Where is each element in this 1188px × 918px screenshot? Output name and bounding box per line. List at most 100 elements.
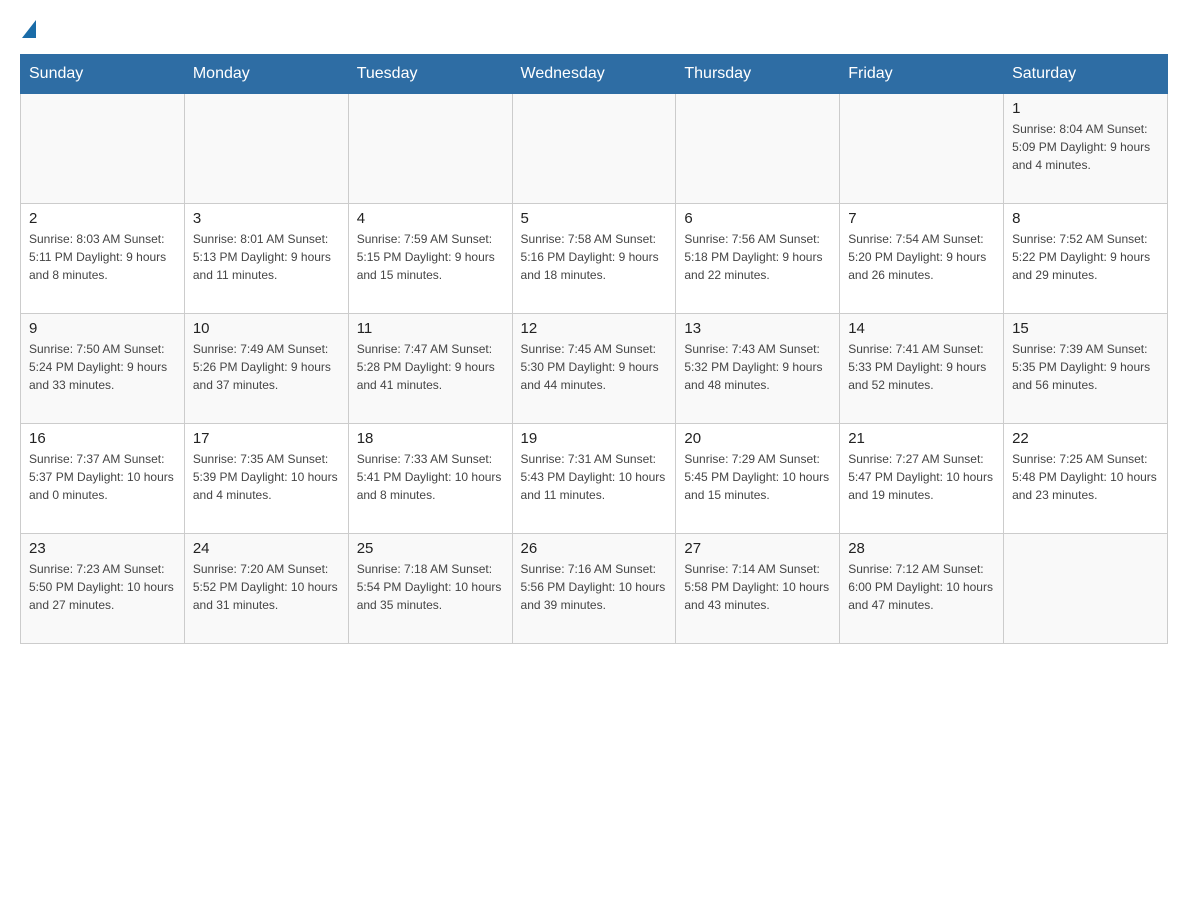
calendar-cell: 9 Sunrise: 7:50 AM Sunset: 5:24 PM Daylig…: [21, 314, 185, 424]
day-info: Sunrise: 7:33 AM Sunset: 5:41 PM Dayligh…: [357, 450, 504, 504]
weekday-header-thursday: Thursday: [676, 55, 840, 94]
day-number: 16: [29, 430, 176, 447]
day-number: 2: [29, 210, 176, 227]
day-info: Sunrise: 7:16 AM Sunset: 5:56 PM Dayligh…: [521, 560, 668, 614]
day-info: Sunrise: 7:20 AM Sunset: 5:52 PM Dayligh…: [193, 560, 340, 614]
calendar-cell: 14 Sunrise: 7:41 AM Sunset: 5:33 PM Dayli…: [840, 314, 1004, 424]
calendar-cell: 12 Sunrise: 7:45 AM Sunset: 5:30 PM Dayli…: [512, 314, 676, 424]
day-number: 4: [357, 210, 504, 227]
day-number: 12: [521, 320, 668, 337]
day-number: 27: [684, 540, 831, 557]
calendar-cell: 16 Sunrise: 7:37 AM Sunset: 5:37 PM Dayli…: [21, 424, 185, 534]
day-number: 14: [848, 320, 995, 337]
calendar-body: 1 Sunrise: 8:04 AM Sunset: 5:09 PM Daylig…: [21, 94, 1168, 644]
day-info: Sunrise: 8:01 AM Sunset: 5:13 PM Dayligh…: [193, 230, 340, 284]
calendar-cell: 13Sunrise: 7:43 AM Sunset: 5:32 PM Dayli…: [676, 314, 840, 424]
logo: [20, 20, 36, 38]
day-number: 19: [521, 430, 668, 447]
day-info: Sunrise: 8:03 AM Sunset: 5:11 PM Dayligh…: [29, 230, 176, 284]
calendar-cell: [1004, 534, 1168, 644]
day-number: 25: [357, 540, 504, 557]
day-number: 5: [521, 210, 668, 227]
calendar-cell: 28 Sunrise: 7:12 AM Sunset: 6:00 PM Dayli…: [840, 534, 1004, 644]
day-info: Sunrise: 7:39 AM Sunset: 5:35 PM Dayligh…: [1012, 340, 1159, 394]
day-info: Sunrise: 7:23 AM Sunset: 5:50 PM Dayligh…: [29, 560, 176, 614]
calendar-cell: 19 Sunrise: 7:31 AM Sunset: 5:43 PM Dayli…: [512, 424, 676, 534]
calendar-cell: 11 Sunrise: 7:47 AM Sunset: 5:28 PM Dayli…: [348, 314, 512, 424]
day-number: 11: [357, 320, 504, 337]
calendar-week-row: 1 Sunrise: 8:04 AM Sunset: 5:09 PM Daylig…: [21, 94, 1168, 204]
day-number: 7: [848, 210, 995, 227]
day-info: Sunrise: 7:52 AM Sunset: 5:22 PM Dayligh…: [1012, 230, 1159, 284]
day-number: 8: [1012, 210, 1159, 227]
day-number: 22: [1012, 430, 1159, 447]
day-number: 20: [684, 430, 831, 447]
calendar-cell: 10 Sunrise: 7:49 AM Sunset: 5:26 PM Dayli…: [184, 314, 348, 424]
calendar-cell: 8 Sunrise: 7:52 AM Sunset: 5:22 PM Daylig…: [1004, 204, 1168, 314]
weekday-header-wednesday: Wednesday: [512, 55, 676, 94]
day-number: 17: [193, 430, 340, 447]
calendar-week-row: 16 Sunrise: 7:37 AM Sunset: 5:37 PM Dayli…: [21, 424, 1168, 534]
calendar-table: SundayMondayTuesdayWednesdayThursdayFrid…: [20, 54, 1168, 644]
day-info: Sunrise: 7:27 AM Sunset: 5:47 PM Dayligh…: [848, 450, 995, 504]
weekday-header-saturday: Saturday: [1004, 55, 1168, 94]
day-info: Sunrise: 7:58 AM Sunset: 5:16 PM Dayligh…: [521, 230, 668, 284]
calendar-week-row: 9 Sunrise: 7:50 AM Sunset: 5:24 PM Daylig…: [21, 314, 1168, 424]
day-info: Sunrise: 7:47 AM Sunset: 5:28 PM Dayligh…: [357, 340, 504, 394]
calendar-cell: [21, 94, 185, 204]
calendar-cell: 5 Sunrise: 7:58 AM Sunset: 5:16 PM Daylig…: [512, 204, 676, 314]
day-info: Sunrise: 7:25 AM Sunset: 5:48 PM Dayligh…: [1012, 450, 1159, 504]
calendar-cell: [512, 94, 676, 204]
day-number: 28: [848, 540, 995, 557]
calendar-cell: 27 Sunrise: 7:14 AM Sunset: 5:58 PM Dayli…: [676, 534, 840, 644]
day-info: Sunrise: 7:49 AM Sunset: 5:26 PM Dayligh…: [193, 340, 340, 394]
day-number: 21: [848, 430, 995, 447]
calendar-cell: [184, 94, 348, 204]
calendar-cell: 15 Sunrise: 7:39 AM Sunset: 5:35 PM Dayli…: [1004, 314, 1168, 424]
weekday-header-friday: Friday: [840, 55, 1004, 94]
day-number: 1: [1012, 100, 1159, 117]
calendar-cell: 17 Sunrise: 7:35 AM Sunset: 5:39 PM Dayli…: [184, 424, 348, 534]
calendar-cell: 4Sunrise: 7:59 AM Sunset: 5:15 PM Daylig…: [348, 204, 512, 314]
weekday-header-monday: Monday: [184, 55, 348, 94]
calendar-cell: [676, 94, 840, 204]
calendar-cell: 24 Sunrise: 7:20 AM Sunset: 5:52 PM Dayli…: [184, 534, 348, 644]
calendar-cell: [840, 94, 1004, 204]
day-info: Sunrise: 7:31 AM Sunset: 5:43 PM Dayligh…: [521, 450, 668, 504]
day-info: Sunrise: 8:04 AM Sunset: 5:09 PM Dayligh…: [1012, 120, 1159, 174]
day-info: Sunrise: 7:37 AM Sunset: 5:37 PM Dayligh…: [29, 450, 176, 504]
day-number: 18: [357, 430, 504, 447]
day-info: Sunrise: 7:50 AM Sunset: 5:24 PM Dayligh…: [29, 340, 176, 394]
day-number: 23: [29, 540, 176, 557]
calendar-cell: 20 Sunrise: 7:29 AM Sunset: 5:45 PM Dayli…: [676, 424, 840, 534]
day-number: 15: [1012, 320, 1159, 337]
calendar-cell: 21 Sunrise: 7:27 AM Sunset: 5:47 PM Dayli…: [840, 424, 1004, 534]
day-info: Sunrise: 7:56 AM Sunset: 5:18 PM Dayligh…: [684, 230, 831, 284]
day-info: Sunrise: 7:18 AM Sunset: 5:54 PM Dayligh…: [357, 560, 504, 614]
day-info: Sunrise: 7:35 AM Sunset: 5:39 PM Dayligh…: [193, 450, 340, 504]
weekday-header-sunday: Sunday: [21, 55, 185, 94]
calendar-cell: 23 Sunrise: 7:23 AM Sunset: 5:50 PM Dayli…: [21, 534, 185, 644]
day-number: 26: [521, 540, 668, 557]
calendar-cell: [348, 94, 512, 204]
logo-triangle-icon: [22, 20, 36, 38]
day-info: Sunrise: 7:41 AM Sunset: 5:33 PM Dayligh…: [848, 340, 995, 394]
day-info: Sunrise: 7:12 AM Sunset: 6:00 PM Dayligh…: [848, 560, 995, 614]
calendar-week-row: 23 Sunrise: 7:23 AM Sunset: 5:50 PM Dayli…: [21, 534, 1168, 644]
day-number: 3: [193, 210, 340, 227]
calendar-cell: 22 Sunrise: 7:25 AM Sunset: 5:48 PM Dayli…: [1004, 424, 1168, 534]
calendar-cell: 18 Sunrise: 7:33 AM Sunset: 5:41 PM Dayli…: [348, 424, 512, 534]
calendar-header: SundayMondayTuesdayWednesdayThursdayFrid…: [21, 55, 1168, 94]
day-info: Sunrise: 7:29 AM Sunset: 5:45 PM Dayligh…: [684, 450, 831, 504]
calendar-cell: 25 Sunrise: 7:18 AM Sunset: 5:54 PM Dayli…: [348, 534, 512, 644]
day-info: Sunrise: 7:43 AM Sunset: 5:32 PM Dayligh…: [684, 340, 831, 394]
weekday-header-tuesday: Tuesday: [348, 55, 512, 94]
day-info: Sunrise: 7:45 AM Sunset: 5:30 PM Dayligh…: [521, 340, 668, 394]
day-info: Sunrise: 7:14 AM Sunset: 5:58 PM Dayligh…: [684, 560, 831, 614]
page-header: [20, 20, 1168, 38]
day-number: 10: [193, 320, 340, 337]
day-number: 9: [29, 320, 176, 337]
calendar-cell: 7Sunrise: 7:54 AM Sunset: 5:20 PM Daylig…: [840, 204, 1004, 314]
day-number: 24: [193, 540, 340, 557]
calendar-cell: 6Sunrise: 7:56 AM Sunset: 5:18 PM Daylig…: [676, 204, 840, 314]
